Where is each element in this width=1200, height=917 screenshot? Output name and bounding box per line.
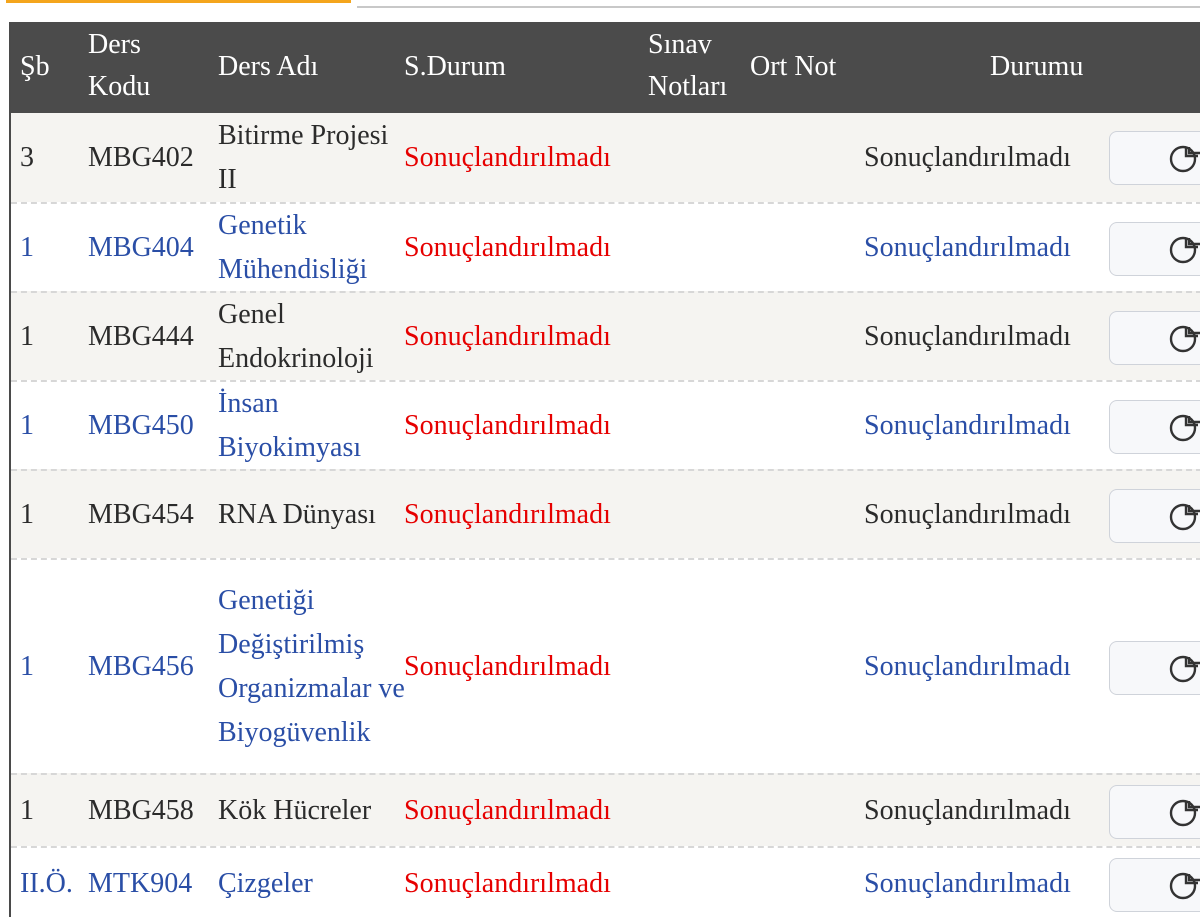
top-strip xyxy=(0,0,1200,24)
course-name[interactable]: Çizgeler xyxy=(218,848,408,917)
semester-cell: 1 xyxy=(20,650,34,682)
course-code: MBG402 xyxy=(88,141,194,173)
table-row: 1 MBG444 Genel Endokrinoloji Sonuçlandırılm… xyxy=(11,291,1200,380)
grade-chart-button[interactable] xyxy=(1109,858,1200,912)
semester-cell: II.Ö. xyxy=(20,868,73,899)
course-code[interactable]: MBG450 xyxy=(88,382,194,469)
course-status: Sonuçlandırılmadı xyxy=(864,794,1071,826)
semester-cell: 1 xyxy=(20,231,34,263)
course-name[interactable]: Genetiği Değiştirilmiş Organizmalar ve B… xyxy=(218,560,408,773)
course-status: Sonuçlandırılmadı xyxy=(864,141,1071,173)
header-ders-adi: Ders Adı xyxy=(218,51,319,82)
course-code[interactable]: MTK904 xyxy=(88,848,192,917)
course-status: Sonuçlandırılmadı xyxy=(864,498,1071,530)
header-s-durum: S.Durum xyxy=(404,51,506,82)
grade-chart-button[interactable] xyxy=(1109,222,1200,276)
result-status: Sonuçlandırılmadı xyxy=(404,868,611,899)
header-durumu: Durumu xyxy=(990,51,1084,82)
chart-icon xyxy=(1169,799,1200,827)
header-sb: Şb xyxy=(20,51,50,82)
chart-icon xyxy=(1169,655,1200,683)
grade-chart-button[interactable] xyxy=(1109,785,1200,839)
active-tab-indicator[interactable] xyxy=(6,0,351,3)
course-code: MBG458 xyxy=(88,794,194,826)
course-name: Genel Endokrinoloji xyxy=(218,298,374,374)
result-status: Sonuçlandırılmadı xyxy=(404,231,611,263)
header-ders-kodu: Ders Kodu xyxy=(88,29,151,102)
course-name[interactable]: İnsan Biyokimyası xyxy=(218,382,408,469)
course-name: Kök Hücreler xyxy=(218,794,372,826)
table-row: 1 MBG456 Genetiği Değiştirilmiş Organizmal… xyxy=(11,558,1200,773)
grade-chart-button[interactable] xyxy=(1109,489,1200,543)
course-status[interactable]: Sonuçlandırılmadı xyxy=(864,848,1071,917)
course-status[interactable]: Sonuçlandırılmadı xyxy=(864,382,1071,469)
course-name: Bitirme Projesi II xyxy=(218,119,389,195)
chart-icon xyxy=(1169,325,1200,353)
course-status[interactable]: Sonuçlandırılmadı xyxy=(864,560,1071,773)
grade-chart-button[interactable] xyxy=(1109,311,1200,365)
semester-cell: 3 xyxy=(20,141,34,173)
grade-chart-button[interactable] xyxy=(1109,131,1200,185)
chart-icon xyxy=(1169,503,1200,531)
table-row: 1 MBG458 Kök Hücreler Sonuçlandırılmadı Sonu… xyxy=(11,773,1200,846)
table-header: Şb Ders Kodu Ders Adı S.Durum Sınav Notl… xyxy=(11,22,1200,113)
grade-chart-button[interactable] xyxy=(1109,400,1200,454)
result-status: Sonuçlandırılmadı xyxy=(404,794,611,826)
course-name: RNA Dünyası xyxy=(218,498,376,530)
course-code: MBG444 xyxy=(88,320,194,352)
result-status: Sonuçlandırılmadı xyxy=(404,498,611,530)
chart-icon xyxy=(1169,236,1200,264)
course-code: MBG454 xyxy=(88,498,194,530)
semester-cell: 1 xyxy=(20,794,34,826)
course-status[interactable]: Sonuçlandırılmadı xyxy=(864,204,1071,291)
grade-chart-button[interactable] xyxy=(1109,641,1200,695)
grades-table: Şb Ders Kodu Ders Adı S.Durum Sınav Notl… xyxy=(9,22,1200,917)
chart-icon xyxy=(1169,414,1200,442)
chart-icon xyxy=(1169,872,1200,900)
semester-cell: 1 xyxy=(20,409,34,441)
semester-cell: 1 xyxy=(20,320,34,352)
course-status: Sonuçlandırılmadı xyxy=(864,320,1071,352)
course-code[interactable]: MBG404 xyxy=(88,204,194,291)
result-status: Sonuçlandırılmadı xyxy=(404,320,611,352)
header-ort-not: Ort Not xyxy=(750,51,837,82)
header-sinav-notlari: Sınav Notları xyxy=(648,29,728,102)
table-row: II.Ö. MTK904 Çizgeler Sonuçlandırılmadı Sonu… xyxy=(11,846,1200,917)
result-status: Sonuçlandırılmadı xyxy=(404,650,611,682)
course-code[interactable]: MBG456 xyxy=(88,560,194,773)
table-row: 1 MBG454 RNA Dünyası Sonuçlandırılmadı Sonuç… xyxy=(11,469,1200,558)
result-status: Sonuçlandırılmadı xyxy=(404,409,611,441)
tab-divider xyxy=(357,6,1200,8)
semester-cell: 1 xyxy=(20,498,34,530)
course-name[interactable]: Genetik Mühendisliği xyxy=(218,204,408,291)
table-row: 1 MBG404 Genetik Mühendisliği Sonuçlandırıl… xyxy=(11,202,1200,291)
table-row: 1 MBG450 İnsan Biyokimyası Sonuçlandırılmad… xyxy=(11,380,1200,469)
table-row: 3 MBG402 Bitirme Projesi II Sonuçlandırılma… xyxy=(11,113,1200,202)
result-status: Sonuçlandırılmadı xyxy=(404,141,611,173)
chart-icon xyxy=(1169,145,1200,173)
